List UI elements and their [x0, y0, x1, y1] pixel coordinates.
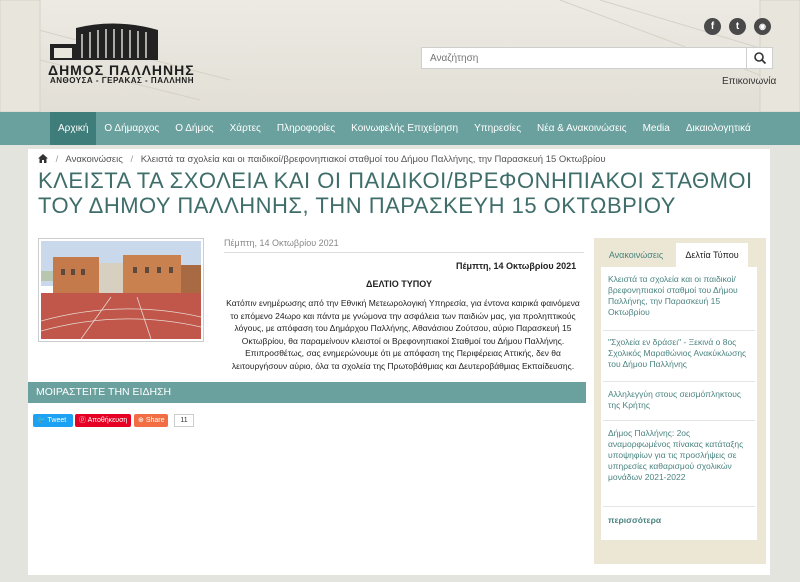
divider: [603, 381, 755, 382]
divider: [224, 252, 584, 253]
nav-item-services[interactable]: Υπηρεσίες: [466, 112, 529, 145]
search-box: [421, 47, 773, 69]
nav-item-enterprise[interactable]: Κοινωφελής Επιχείρηση: [343, 112, 466, 145]
site-header: ΔΗΜΟΣ ΠΑΛΛΗΝΗΣ ΑΝΘΟΥΣΑ - ΓΕΡΑΚΑΣ - ΠΑΛΛΗ…: [0, 0, 800, 112]
nav-item-maps[interactable]: Χάρτες: [222, 112, 269, 145]
sidebar-item-schools-closed[interactable]: Κλειστά τα σχολεία και οι παιδικοί/ βρεφ…: [608, 274, 753, 318]
pinterest-label: Αποθήκευση: [87, 417, 128, 424]
nav-item-news[interactable]: Νέα & Ανακοινώσεις: [529, 112, 635, 145]
twitter-icon: 🐦: [37, 417, 46, 424]
breadcrumb-announcements[interactable]: Ανακοινώσεις: [65, 154, 122, 165]
nav-item-media[interactable]: Media: [635, 112, 678, 145]
divider: [603, 506, 755, 507]
article-date-bold: Πέμπτη, 14 Οκτωβρίου 2021: [456, 261, 577, 271]
twitter-icon[interactable]: t: [729, 18, 746, 35]
sidebar-item-marathon[interactable]: "Σχολεία εν δράσει" - Ξεκινά ο 8ος Σχολι…: [608, 337, 753, 370]
nav-item-documents[interactable]: Δικαιολογητικά: [678, 112, 759, 145]
divider: [603, 420, 755, 421]
search-button[interactable]: [746, 48, 772, 68]
pinterest-icon: ⓟ: [79, 417, 86, 424]
rss-icon[interactable]: ◉: [754, 18, 771, 35]
main-nav: Αρχική Ο Δήμαρχος Ο Δήμος Χάρτες Πληροφο…: [0, 112, 800, 145]
article-body: Κατόπιν ενημέρωσης από την Εθνική Μετεωρ…: [226, 298, 580, 371]
share-icon: ⊕: [138, 417, 144, 424]
share-count: 11: [174, 414, 194, 427]
home-icon[interactable]: [38, 154, 48, 163]
divider: [603, 330, 755, 331]
tab-announcements[interactable]: Ανακοινώσεις: [600, 243, 672, 267]
tweet-label: Tweet: [47, 417, 67, 424]
logo-subtitle: ΑΝΘΟΥΣΑ - ΓΕΡΑΚΑΣ - ΠΑΛΛΗΝΗ: [50, 76, 194, 85]
press-release-label: ΔΕΛΤΙΟ ΤΥΠΟΥ: [366, 279, 432, 289]
share-button[interactable]: ⊕ Share: [134, 414, 168, 427]
contact-link[interactable]: Επικοινωνία: [722, 76, 776, 87]
search-input[interactable]: [422, 48, 748, 68]
facebook-icon[interactable]: f: [704, 18, 721, 35]
nav-item-municipality[interactable]: Ο Δήμος: [167, 112, 221, 145]
nav-item-info[interactable]: Πληροφορίες: [269, 112, 343, 145]
pinterest-button[interactable]: ⓟ Αποθήκευση: [75, 414, 131, 427]
share-label: Share: [145, 417, 165, 424]
share-heading: ΜΟΙΡΑΣΤΕΙΤΕ ΤΗΝ ΕΙΔΗΣΗ: [28, 382, 586, 403]
breadcrumb: / Ανακοινώσεις / Κλειστά τα σχολεία και …: [38, 154, 606, 165]
tweet-button[interactable]: 🐦 Tweet: [33, 414, 73, 427]
article-image[interactable]: [38, 238, 204, 342]
tab-press-releases[interactable]: Δελτία Τύπου: [676, 243, 748, 267]
article-date: Πέμπτη, 14 Οκτωβρίου 2021: [224, 238, 339, 248]
more-link[interactable]: περισσότερα: [608, 515, 661, 525]
nav-item-mayor[interactable]: Ο Δήμαρχος: [96, 112, 167, 145]
sidebar-item-hiring[interactable]: Δήμος Παλλήνης: 2ος αναμορφωμένος πίνακα…: [608, 428, 753, 483]
page-title: ΚΛΕΙΣΤΑ ΤΑ ΣΧΟΛΕΙΑ ΚΑΙ ΟΙ ΠΑΙΔΙΚΟΙ/ΒΡΕΦΟ…: [38, 168, 753, 218]
search-icon: [754, 52, 767, 65]
nav-item-home[interactable]: Αρχική: [50, 112, 97, 145]
sidebar-item-crete[interactable]: Αλληλεγγύη στους σεισμόπληκτους της Κρήτ…: [608, 389, 753, 411]
school-yard-photo: [40, 241, 202, 340]
breadcrumb-current: Κλειστά τα σχολεία και οι παιδικοί/βρεφο…: [140, 154, 606, 165]
